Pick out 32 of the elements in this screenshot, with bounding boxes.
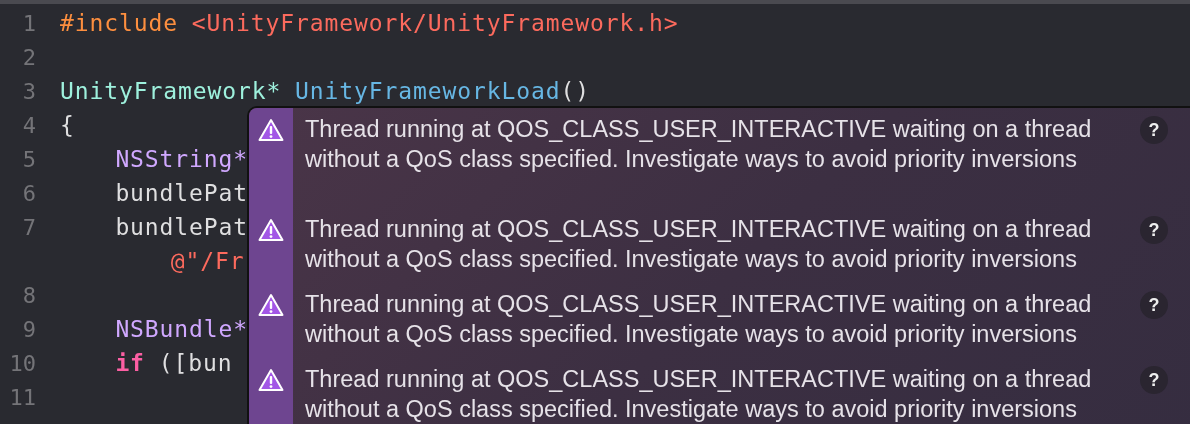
code-line: UnityFramework* UnityFrameworkLoad() [60, 78, 590, 104]
line-number: 11 [8, 384, 36, 410]
code-line: @"/Fr [170, 248, 245, 274]
issue-message: Thread running at QOS_CLASS_USER_INTERACTIVE waiting on a thread without a QoS class specified. Investigate ways to avoid priority inversions [305, 290, 1093, 349]
line-number: 4 [21, 112, 36, 138]
issue-message: Thread running at QOS_CLASS_USER_INTERACTIVE waiting on a thread without a QoS class specified. Investigate ways to avoid priority inversions [305, 215, 1093, 274]
line-number: 8 [21, 282, 36, 308]
issue-message: Thread running at QOS_CLASS_USER_INTERACTIVE waiting on a thread without a QoS class specified. Investigate ways to avoid priority inversions [305, 365, 1093, 424]
warning-icon [258, 368, 284, 392]
help-button[interactable]: ? [1140, 216, 1168, 244]
code-line: NSString* [115, 146, 249, 172]
line-number: 3 [21, 78, 36, 104]
warning-icon [258, 118, 284, 142]
code-line: #include <UnityFramework/UnityFramework.h> [60, 10, 679, 36]
line-number: 2 [21, 44, 36, 70]
line-number: 9 [21, 316, 36, 342]
issue-message: Thread running at QOS_CLASS_USER_INTERACTIVE waiting on a thread without a QoS class specified. Investigate ways to avoid priority inversions [305, 115, 1093, 174]
line-number: 1 [21, 10, 36, 36]
code-line: if ([bun [115, 350, 233, 376]
code-line: bundlePat [115, 180, 249, 206]
line-number: 10 [8, 350, 36, 376]
line-number: 5 [21, 146, 36, 172]
warning-icon [258, 293, 284, 317]
warning-icon [258, 218, 284, 242]
code-line: NSBundle* [115, 316, 249, 342]
help-button[interactable]: ? [1140, 291, 1168, 319]
help-button[interactable]: ? [1140, 366, 1168, 394]
line-number: 6 [21, 180, 36, 206]
help-button[interactable]: ? [1140, 116, 1168, 144]
code-line: bundlePat [115, 214, 249, 240]
code-line: { [60, 112, 75, 138]
line-number: 7 [21, 214, 36, 240]
